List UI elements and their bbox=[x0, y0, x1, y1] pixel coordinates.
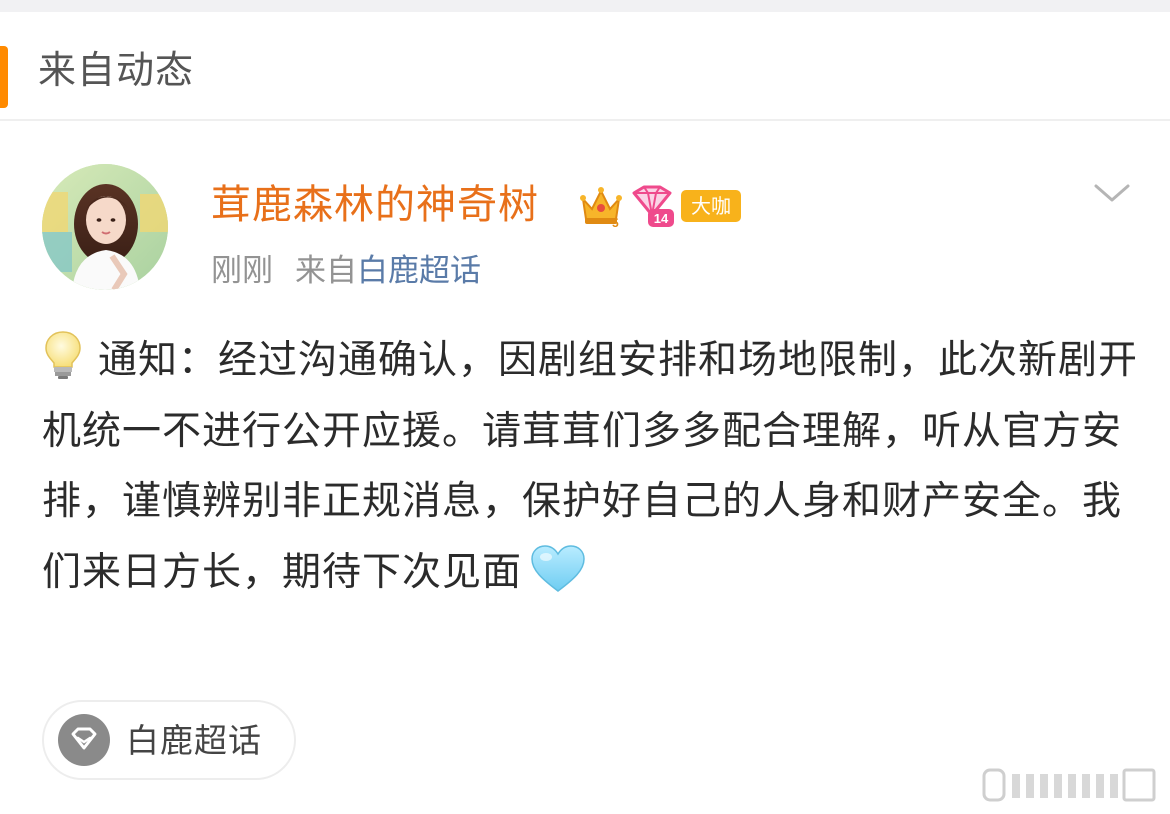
chevron-down-icon[interactable] bbox=[1092, 180, 1132, 206]
author-name[interactable]: 茸鹿森林的神奇树 bbox=[211, 178, 539, 232]
post-meta: 刚刚 来自白鹿超话 bbox=[211, 248, 481, 294]
section-divider bbox=[0, 119, 1170, 121]
watermark-mark bbox=[982, 768, 1156, 802]
avatar-image bbox=[42, 164, 168, 290]
level-number: 5 bbox=[612, 216, 619, 229]
blue-heart-emoji bbox=[531, 544, 585, 592]
topic-diamond-icon bbox=[58, 714, 110, 766]
post-body: 通知：经过沟通确认，因剧组安排和场地限制，此次新剧开机统一不进行公开应援。请茸茸… bbox=[42, 326, 1142, 608]
meta-from-prefix: 来自 bbox=[295, 253, 357, 289]
lightbulb-emoji bbox=[45, 331, 81, 379]
section-header: 来自动态 bbox=[0, 12, 1170, 120]
post-text: 通知：经过沟通确认，因剧组安排和场地限制，此次新剧开机统一不进行公开应援。请茸茸… bbox=[42, 338, 1139, 595]
section-accent-bar bbox=[0, 46, 8, 108]
topic-chip[interactable]: 白鹿超话 bbox=[42, 700, 296, 780]
section-title: 来自动态 bbox=[38, 48, 195, 92]
avatar[interactable] bbox=[42, 164, 168, 290]
vip-badge[interactable]: 大咖 bbox=[681, 190, 741, 222]
weibo-post-page: 来自动态 茸鹿森林的神奇树 5 14 大咖 刚刚 来自白鹿超话 通知：经过沟通确… bbox=[0, 0, 1170, 814]
topic-label: 白鹿超话 bbox=[126, 721, 262, 760]
post-time: 刚刚 bbox=[211, 253, 273, 289]
crown-icon[interactable]: 5 bbox=[578, 183, 624, 229]
diamond-level: 14 bbox=[654, 211, 669, 226]
top-strip bbox=[0, 0, 1170, 12]
meta-source-link[interactable]: 白鹿超话 bbox=[357, 253, 481, 289]
diamond-icon[interactable]: 14 bbox=[628, 183, 676, 229]
